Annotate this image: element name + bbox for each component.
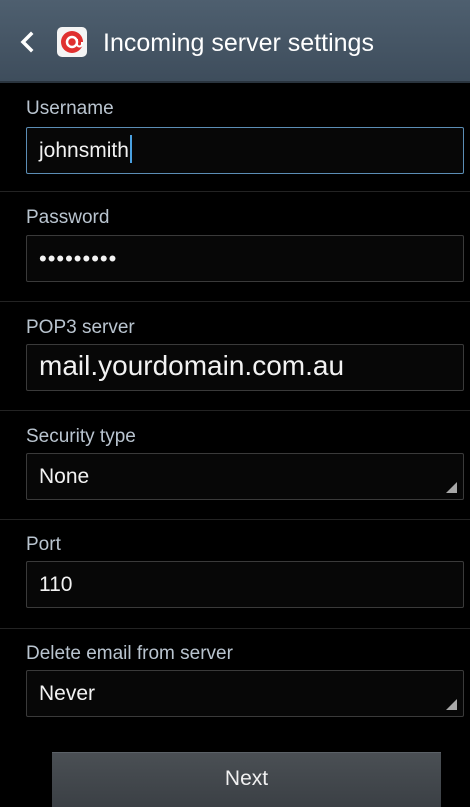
port-label: Port xyxy=(26,534,61,555)
port-section: Port 110 xyxy=(0,520,470,629)
port-value: 110 xyxy=(39,573,73,596)
dropdown-corner-icon xyxy=(446,482,457,493)
dropdown-corner-icon xyxy=(446,699,457,710)
security-type-section: Security type None xyxy=(0,411,470,520)
pop3-server-field[interactable]: mail.yourdomain.com.au xyxy=(26,344,464,391)
footer-bar: Next xyxy=(0,742,470,807)
username-value: johnsmith xyxy=(39,139,129,162)
security-type-label: Security type xyxy=(26,426,136,447)
port-field[interactable]: 110 xyxy=(26,561,464,608)
text-cursor xyxy=(129,135,132,164)
password-label: Password xyxy=(26,207,110,228)
delete-email-dropdown[interactable]: Never xyxy=(26,670,464,717)
password-value: ••••••••• xyxy=(39,246,118,271)
pop3-server-section: POP3 server mail.yourdomain.com.au xyxy=(0,302,470,411)
username-section: Username johnsmith xyxy=(0,83,470,192)
security-type-value: None xyxy=(39,465,90,488)
action-bar: Incoming server settings xyxy=(0,0,470,83)
pop3-server-label: POP3 server xyxy=(26,317,135,338)
delete-email-value: Never xyxy=(39,682,96,705)
delete-email-label: Delete email from server xyxy=(26,643,233,664)
chevron-left-icon[interactable] xyxy=(16,28,38,56)
next-button[interactable]: Next xyxy=(52,752,441,807)
delete-email-section: Delete email from server Never xyxy=(0,629,470,742)
email-at-icon xyxy=(57,27,87,57)
pop3-server-value: mail.yourdomain.com.au xyxy=(39,350,345,381)
password-field[interactable]: ••••••••• xyxy=(26,235,464,282)
password-section: Password ••••••••• xyxy=(0,192,470,302)
page-title: Incoming server settings xyxy=(103,29,374,57)
username-label: Username xyxy=(26,98,114,119)
username-field[interactable]: johnsmith xyxy=(26,127,464,174)
security-type-dropdown[interactable]: None xyxy=(26,453,464,500)
